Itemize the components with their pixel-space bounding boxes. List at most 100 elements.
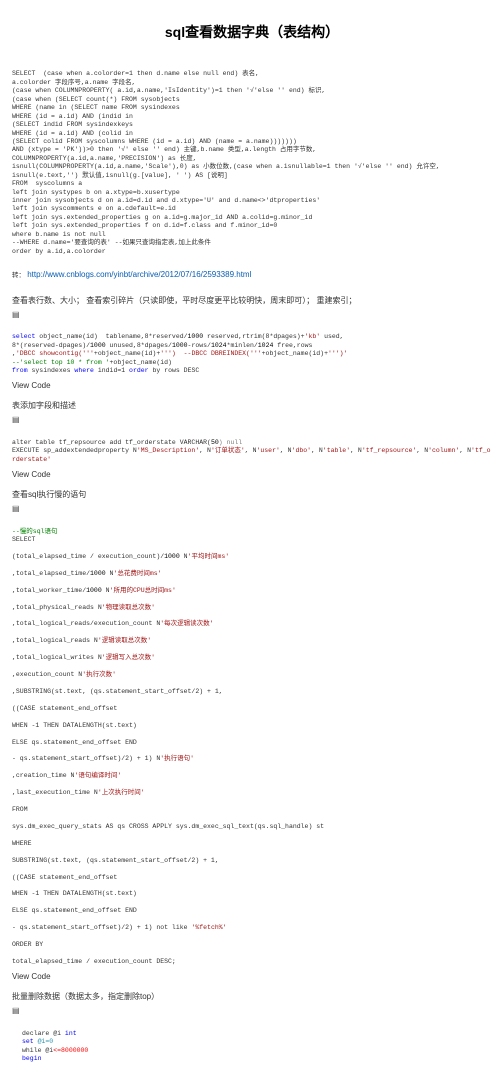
- code: unused,8*dpages/: [106, 342, 172, 349]
- view-code-link[interactable]: View Code: [12, 381, 492, 390]
- code: ,total_logical_reads N: [12, 637, 98, 644]
- code: N: [102, 587, 110, 594]
- str: 'tf_repsource': [362, 447, 417, 454]
- code-line: (SELECT colid FROM syscolumns WHERE (id …: [12, 138, 297, 145]
- code: EXECUTE sp_addextendedproperty N: [12, 447, 137, 454]
- code: indid=1: [94, 367, 129, 374]
- code: , N: [350, 447, 362, 454]
- code: object_name(id) tablename,8*reserved/: [35, 333, 187, 340]
- collapse-icon[interactable]: ▤: [12, 504, 492, 513]
- num: 1000: [90, 570, 106, 577]
- code: *minlen/: [227, 342, 258, 349]
- kw: order: [129, 367, 149, 374]
- code: sys.dm_exec_query_stats AS qs CROSS APPL…: [12, 823, 324, 830]
- str: ''')': [328, 350, 348, 357]
- code: ,total_elapsed_time/: [12, 570, 90, 577]
- code: -rows/: [188, 342, 211, 349]
- num: 1000: [172, 342, 188, 349]
- code: ,creation_time N: [12, 772, 74, 779]
- code: sysindexes: [28, 367, 75, 374]
- num: 50: [211, 439, 219, 446]
- view-code-link[interactable]: View Code: [12, 470, 492, 479]
- code: reserved,rtrim(8*dpages)+: [203, 333, 304, 340]
- reference-line: 转： http://www.cnblogs.com/yinbt/archive/…: [12, 270, 492, 281]
- num: 1024: [258, 342, 274, 349]
- collapse-icon[interactable]: ▤: [12, 1006, 492, 1015]
- code: , N: [245, 447, 257, 454]
- code-line: WHERE (id = a.id) AND (colid in: [12, 130, 133, 137]
- str: 'user': [256, 447, 279, 454]
- kw: int: [65, 1030, 77, 1037]
- code-line: WHERE (name in (SELECT name FROM sysinde…: [12, 104, 180, 111]
- code: WHERE: [12, 840, 32, 847]
- num: 1000: [164, 553, 180, 560]
- code: ((CASE statement_end_offset: [12, 705, 117, 712]
- collapse-icon[interactable]: ▤: [12, 310, 492, 319]
- str: '平均时间ms': [188, 553, 230, 560]
- str: '逻辑读取总次数': [98, 637, 151, 644]
- code: ,last_execution_time N: [12, 789, 98, 796]
- str: 'kb': [305, 333, 321, 340]
- code: by rows DESC: [149, 367, 200, 374]
- teal: @i=0: [38, 1038, 54, 1045]
- code-line: AND (xtype = 'PK'))>0 then '√' else '' e…: [12, 146, 316, 153]
- code: while @i: [22, 1047, 53, 1054]
- code: N: [180, 553, 188, 560]
- code-line: inner join sysobjects d on a.id=d.id and…: [12, 197, 320, 204]
- code-line: a.colorder 字段序号,a.name 字段名,: [12, 79, 136, 86]
- code: +object_name(id): [110, 359, 172, 366]
- str: '执行次数': [82, 671, 116, 678]
- code: - qs.statement_start_offset)/2) + 1) N: [12, 755, 160, 762]
- code-line: WHERE (id = a.id) AND (indid in: [12, 113, 133, 120]
- ref-link[interactable]: http://www.cnblogs.com/yinbt/archive/201…: [27, 270, 251, 279]
- code: total_elapsed_time / execution_count DES…: [12, 958, 176, 965]
- num: 1024: [211, 342, 227, 349]
- str: '语句编译时间': [74, 772, 121, 779]
- kw: set: [22, 1038, 38, 1045]
- code: SELECT: [12, 536, 35, 543]
- sql-block-4: --慢的sql语句 SELECT (total_elapsed_time / e…: [12, 519, 492, 966]
- code: ORDER BY: [12, 941, 43, 948]
- sql-block-5: declare @i int set @i=0 while @i<=800000…: [12, 1021, 492, 1063]
- code-line: COLUMNPROPERTY(a.id,a.name,'PRECISION') …: [12, 155, 197, 162]
- code: +object_name(id)+: [94, 350, 160, 357]
- str: 'column': [428, 447, 459, 454]
- code: ,total_physical_reads N: [12, 604, 102, 611]
- gray: ) null: [219, 439, 242, 446]
- str: 'MS_Description': [137, 447, 199, 454]
- str: '上次执行时间': [98, 789, 145, 796]
- kw: where: [74, 367, 94, 374]
- code: - qs.statement_start_offset)/2) + 1) not…: [12, 924, 191, 931]
- num: 1000: [188, 333, 204, 340]
- str: '每次逻辑读次数': [160, 620, 213, 627]
- code-line: left join sys.extended_properties g on a…: [12, 214, 312, 221]
- code: ,total_worker_time/: [12, 587, 86, 594]
- code-line: left join sys.extended_properties f on d…: [12, 222, 277, 229]
- code: (total_elapsed_time / execution_count)/: [12, 553, 164, 560]
- page-title: sql查看数据字典（表结构）: [12, 22, 492, 42]
- code: , N: [459, 447, 471, 454]
- section-title-slowsql: 查看sql执行慢的语句: [12, 489, 492, 500]
- str: '订单状态': [211, 447, 245, 454]
- str: '总花费时间ms': [113, 570, 161, 577]
- code-line: where b.name is not null: [12, 231, 106, 238]
- str: '逻辑写入总次数': [102, 654, 155, 661]
- code: alter table tf_repsource add tf_ordersta…: [12, 439, 211, 446]
- code: 8*(reserved-dpages)/: [12, 342, 90, 349]
- num: 1000: [90, 342, 106, 349]
- code: SUBSTRING(st.text, (qs.statement_start_o…: [12, 857, 219, 864]
- code: ELSE qs.statement_end_offset END: [12, 739, 137, 746]
- str: 'table': [323, 447, 350, 454]
- collapse-icon[interactable]: ▤: [12, 415, 492, 424]
- view-code-link[interactable]: View Code: [12, 972, 492, 981]
- code: , N: [199, 447, 211, 454]
- str: 'DBCC showcontig(''': [16, 350, 94, 357]
- sql-block-1: SELECT (case when a.colorder=1 then d.na…: [12, 62, 492, 256]
- kw: select: [12, 333, 35, 340]
- code: , N: [280, 447, 292, 454]
- cmt: --慢的sql语句: [12, 528, 58, 535]
- str: 'dbo': [292, 447, 312, 454]
- section-title-batchdelete: 批量删除数据（数据太多，指定删除top）: [12, 991, 492, 1002]
- code: ((CASE statement_end_offset: [12, 874, 117, 881]
- code: WHEN -1 THEN DATALENGTH(st.text): [12, 722, 137, 729]
